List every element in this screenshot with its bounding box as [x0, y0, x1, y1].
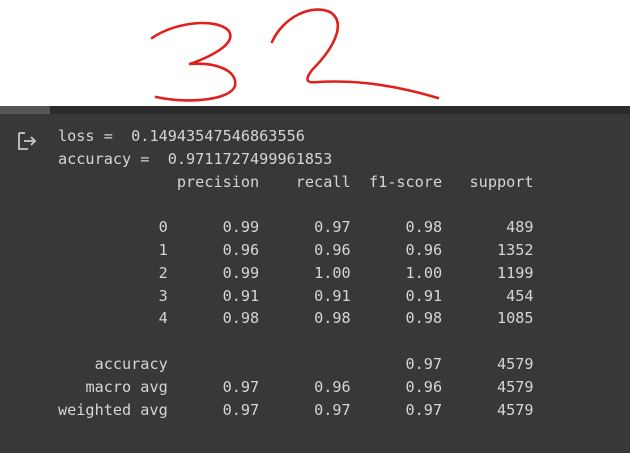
cell-f1: 0.96	[405, 240, 443, 259]
cell-f1: 0.98	[405, 218, 443, 237]
cell-precision: 0.97	[222, 377, 260, 396]
cell-precision: 0.91	[222, 286, 260, 305]
report-summary-row: accuracy 0.97 4579	[58, 355, 534, 373]
column-header-recall: recall	[295, 172, 351, 191]
annotation-area: 32	[0, 0, 630, 106]
cell-precision: 0.97	[222, 400, 260, 419]
report-row: 2 0.99 1.00 1.00 1199	[58, 264, 534, 282]
cell-precision: 0.96	[222, 240, 260, 259]
cell-recall: 0.96	[314, 377, 351, 396]
cell-support: 1199	[496, 263, 534, 282]
cell-support: 4579	[496, 400, 534, 419]
cell-precision: 0.98	[222, 309, 260, 328]
cell-output-area: loss = 0.14943547546863556 accuracy = 0.…	[0, 106, 630, 453]
cell-f1: 0.98	[405, 309, 443, 328]
row-label: macro avg	[85, 377, 168, 396]
output-clear-icon[interactable]	[16, 130, 38, 152]
output-divider	[0, 106, 630, 114]
row-label: accuracy	[94, 354, 168, 373]
cell-recall: 0.97	[314, 218, 351, 237]
cell-recall: 0.98	[314, 309, 351, 328]
report-summary-row: macro avg 0.97 0.96 0.96 4579	[58, 377, 534, 396]
report-row: 3 0.91 0.91 0.91 454	[58, 287, 534, 305]
row-label: 3	[158, 286, 168, 305]
report-summary-row: weighted avg 0.97 0.97 0.97 4579	[58, 401, 534, 419]
row-label: 2	[158, 263, 168, 282]
cell-f1: 0.96	[405, 377, 443, 396]
row-label: 0	[158, 218, 168, 237]
accuracy-value: 0.9711727499961853	[167, 149, 333, 168]
cell-precision: 0.99	[222, 263, 260, 282]
cell-support: 4579	[496, 377, 534, 396]
classification-report: 0 0.99 0.97 0.98 489 1 0.96 0.96 0.96 13…	[58, 218, 534, 418]
cell-support: 489	[506, 218, 534, 237]
cell-precision: 0.99	[222, 218, 260, 237]
cell-recall: 0.91	[314, 286, 351, 305]
row-label: 1	[158, 240, 168, 259]
column-header-precision: precision	[176, 172, 260, 191]
cell-support: 454	[506, 286, 534, 305]
cell-recall: 0.96	[314, 240, 351, 259]
cell-f1: 0.97	[405, 354, 443, 373]
cell-support: 4579	[496, 354, 534, 373]
output-divider-accent	[0, 106, 50, 114]
cell-support: 1085	[496, 309, 534, 328]
report-row: 1 0.96 0.96 0.96 1352	[58, 241, 534, 259]
output-text: loss = 0.14943547546863556 accuracy = 0.…	[58, 127, 534, 419]
column-header-f1-score: f1-score	[368, 172, 443, 191]
cell-recall: 1.00	[314, 263, 351, 282]
cell-f1: 0.97	[405, 400, 443, 419]
handwritten-number-32	[150, 8, 440, 102]
cell-f1: 1.00	[405, 263, 443, 282]
column-header-support: support	[469, 172, 534, 191]
report-header: precision recall f1-score support	[58, 173, 534, 191]
row-label: 4	[158, 309, 168, 328]
report-row: 0 0.99 0.97 0.98 489	[58, 218, 534, 236]
cell-f1: 0.91	[405, 286, 443, 305]
cell-recall: 0.97	[314, 400, 351, 419]
report-row: 4 0.98 0.98 0.98 1085	[58, 309, 534, 327]
loss-label: loss	[58, 127, 95, 145]
accuracy-label: accuracy	[58, 149, 132, 168]
row-label: weighted avg	[58, 400, 168, 419]
loss-value: 0.14943547546863556	[131, 127, 305, 145]
cell-support: 1352	[496, 240, 534, 259]
